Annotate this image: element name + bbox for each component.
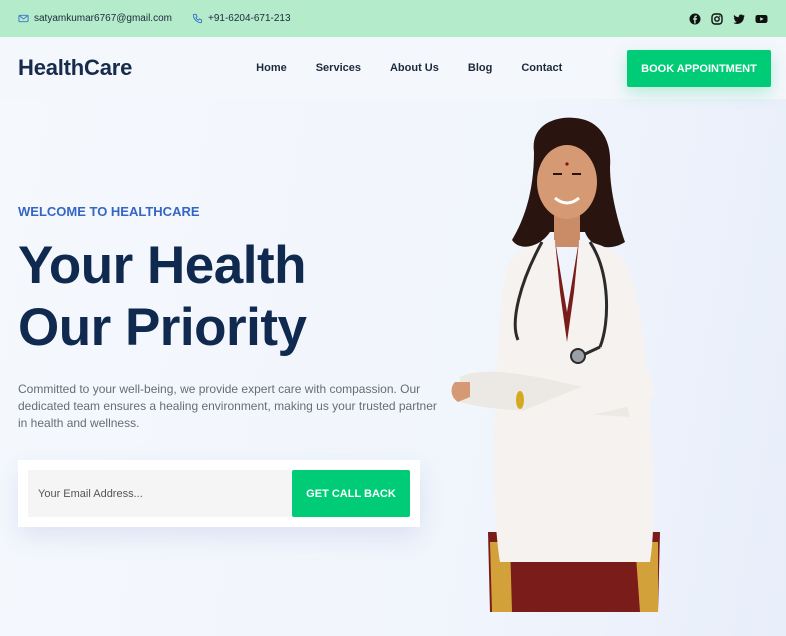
nav-contact[interactable]: Contact (521, 62, 562, 74)
main-navbar: HealthCare Home Services About Us Blog C… (0, 37, 786, 99)
phone-icon (192, 13, 203, 24)
hero-title-line1: Your Health (18, 236, 306, 295)
email-input[interactable]: Your Email Address... (28, 470, 300, 517)
nav-about-us[interactable]: About Us (390, 62, 439, 74)
doctor-image (451, 117, 660, 612)
site-logo[interactable]: HealthCare (18, 55, 132, 81)
callback-form: Your Email Address... GET CALL BACK (18, 460, 420, 527)
topbar-email-text: satyamkumar6767@gmail.com (34, 13, 172, 24)
mail-icon (18, 13, 29, 24)
nav-services[interactable]: Services (316, 62, 361, 74)
facebook-icon[interactable] (688, 12, 702, 26)
book-appointment-button[interactable]: BOOK APPOINTMENT (627, 50, 771, 87)
instagram-icon[interactable] (710, 12, 724, 26)
hero-welcome: WELCOME TO HEALTHCARE (18, 204, 200, 219)
hero-title: Your Health Our Priority (18, 235, 307, 359)
main-nav: Home Services About Us Blog Contact (256, 62, 562, 74)
hero-description: Committed to your well-being, we provide… (18, 382, 437, 430)
nav-blog[interactable]: Blog (468, 62, 492, 74)
nav-home[interactable]: Home (256, 62, 287, 74)
top-bar: satyamkumar6767@gmail.com +91-6204-671-2… (0, 0, 786, 37)
topbar-phone-text: +91-6204-671-213 (207, 13, 291, 24)
topbar-email[interactable]: satyamkumar6767@gmail.com (18, 13, 172, 24)
topbar-phone[interactable]: +91-6204-671-213 (192, 13, 291, 24)
youtube-icon[interactable] (754, 12, 768, 26)
hero-title-line2: Our Priority (18, 298, 307, 357)
twitter-icon[interactable] (732, 12, 746, 26)
get-call-back-button[interactable]: GET CALL BACK (292, 470, 410, 517)
social-links (688, 12, 768, 26)
